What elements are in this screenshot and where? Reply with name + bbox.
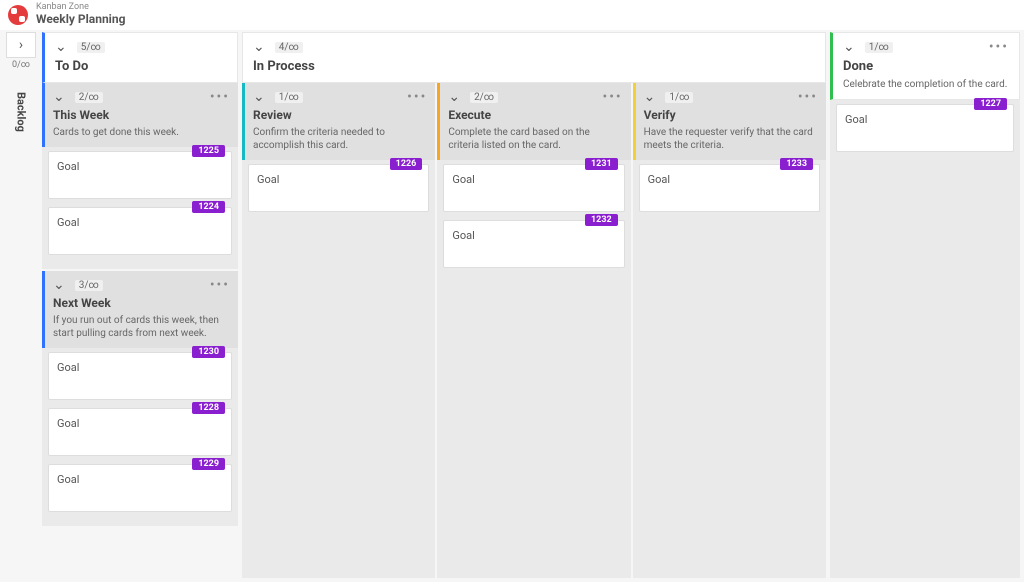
group-todo: ⌄ 5/∞ To Do ⌄ 2/∞ ••• This Week Cards to… <box>42 32 238 578</box>
backlog-count: 0/∞ <box>12 60 30 70</box>
card-title: Goal <box>57 216 79 229</box>
kanban-card[interactable]: Goal 1231 <box>443 164 624 212</box>
card-id-badge: 1224 <box>192 201 225 213</box>
chevron-down-icon[interactable]: ⌄ <box>55 39 67 55</box>
kanban-card[interactable]: Goal 1233 <box>639 164 820 212</box>
group-title-in-process: In Process <box>253 59 815 74</box>
subcol-title: Execute <box>448 108 622 122</box>
group-title-todo: To Do <box>55 59 227 74</box>
wip-limit-chip: 3/∞ <box>75 280 103 291</box>
group-in-process: ⌄ 4/∞ In Process ⌄ 1/∞ ••• Review Confir… <box>242 32 826 578</box>
subcol-header-next-week: ⌄ 3/∞ ••• Next Week If you run out of ca… <box>42 271 238 348</box>
card-id-badge: 1233 <box>780 158 813 170</box>
card-title: Goal <box>648 173 670 186</box>
wip-limit-chip: 4/∞ <box>275 42 303 53</box>
group-desc-done: Celebrate the completion of the card. <box>843 78 1009 91</box>
app-logo <box>8 5 28 25</box>
card-title: Goal <box>57 160 79 173</box>
kanban-card[interactable]: Goal 1228 <box>48 408 232 456</box>
brand-text: Kanban Zone Weekly Planning <box>36 3 125 26</box>
chevron-down-icon[interactable]: ⌄ <box>843 39 855 55</box>
subcol-desc: Cards to get done this week. <box>53 126 230 139</box>
app-header: Kanban Zone Weekly Planning <box>0 0 1024 30</box>
subcol-title: Next Week <box>53 296 230 310</box>
subcol-desc: Have the requester verify that the card … <box>644 126 818 152</box>
brand-title: Weekly Planning <box>36 13 125 26</box>
chevron-down-icon[interactable]: ⌄ <box>448 89 460 105</box>
group-body-todo: ⌄ 2/∞ ••• This Week Cards to get done th… <box>42 83 238 578</box>
subcol-desc: If you run out of cards this week, then … <box>53 314 230 340</box>
subcol-header-this-week: ⌄ 2/∞ ••• This Week Cards to get done th… <box>42 83 238 147</box>
chevron-down-icon[interactable]: ⌄ <box>253 39 265 55</box>
backlog-label: Backlog <box>15 92 28 132</box>
kanban-card[interactable]: Goal 1227 <box>836 104 1014 152</box>
card-id-badge: 1228 <box>192 402 225 414</box>
group-title-done: Done <box>843 59 1009 74</box>
group-body-in-process: ⌄ 1/∞ ••• Review Confirm the criteria ne… <box>242 83 826 578</box>
wip-limit-chip: 5/∞ <box>77 42 105 53</box>
card-title: Goal <box>452 229 474 242</box>
card-id-badge: 1229 <box>192 458 225 470</box>
subcol-title: This Week <box>53 108 230 122</box>
card-id-badge: 1227 <box>974 98 1007 110</box>
column-menu-icon[interactable]: ••• <box>210 89 230 105</box>
subcol-desc: Confirm the criteria needed to accomplis… <box>253 126 427 152</box>
card-id-badge: 1225 <box>192 145 225 157</box>
kanban-card[interactable]: Goal 1224 <box>48 207 232 255</box>
chevron-down-icon[interactable]: ⌄ <box>53 89 65 105</box>
card-id-badge: 1230 <box>192 346 225 358</box>
column-menu-icon[interactable]: ••• <box>602 89 622 105</box>
column-menu-icon[interactable]: ••• <box>407 89 427 105</box>
subcol-this-week: ⌄ 2/∞ ••• This Week Cards to get done th… <box>42 83 238 269</box>
subcol-title: Verify <box>644 108 818 122</box>
column-menu-icon[interactable]: ••• <box>210 277 230 293</box>
wip-limit-chip: 2/∞ <box>75 92 103 103</box>
chevron-down-icon[interactable]: ⌄ <box>253 89 265 105</box>
kanban-card[interactable]: Goal 1232 <box>443 220 624 268</box>
group-header-done: ⌄ 1/∞ ••• Done Celebrate the completion … <box>830 32 1020 100</box>
subcol-title: Review <box>253 108 427 122</box>
backlog-expand-button[interactable]: › <box>6 32 36 58</box>
subcol-header-verify: ⌄ 1/∞ ••• Verify Have the requester veri… <box>633 83 826 160</box>
subcol-desc: Complete the card based on the criteria … <box>448 126 622 152</box>
wip-limit-chip: 2/∞ <box>470 92 498 103</box>
kanban-card[interactable]: Goal 1225 <box>48 151 232 199</box>
subcol-review: ⌄ 1/∞ ••• Review Confirm the criteria ne… <box>242 83 435 578</box>
chevron-down-icon[interactable]: ⌄ <box>53 277 65 293</box>
subcol-next-week: ⌄ 3/∞ ••• Next Week If you run out of ca… <box>42 271 238 526</box>
column-menu-icon[interactable]: ••• <box>798 89 818 105</box>
group-body-done: Goal 1227 <box>830 100 1020 578</box>
card-title: Goal <box>257 173 279 186</box>
kanban-card[interactable]: Goal 1230 <box>48 352 232 400</box>
group-header-todo: ⌄ 5/∞ To Do <box>42 32 238 83</box>
wip-limit-chip: 1/∞ <box>865 42 893 53</box>
card-title: Goal <box>57 361 79 374</box>
backlog-rail: › 0/∞ Backlog <box>4 32 38 578</box>
card-id-badge: 1231 <box>585 158 618 170</box>
column-menu-icon[interactable]: ••• <box>989 39 1009 55</box>
group-done: ⌄ 1/∞ ••• Done Celebrate the completion … <box>830 32 1020 578</box>
group-header-in-process: ⌄ 4/∞ In Process <box>242 32 826 83</box>
subcol-execute: ⌄ 2/∞ ••• Execute Complete the card base… <box>437 83 630 578</box>
subcol-header-review: ⌄ 1/∞ ••• Review Confirm the criteria ne… <box>242 83 435 160</box>
card-title: Goal <box>57 417 79 430</box>
card-title: Goal <box>57 473 79 486</box>
card-title: Goal <box>452 173 474 186</box>
subcol-verify: ⌄ 1/∞ ••• Verify Have the requester veri… <box>633 83 826 578</box>
board: › 0/∞ Backlog ⌄ 5/∞ To Do ⌄ 2/∞ ••• Th <box>0 30 1024 582</box>
card-title: Goal <box>845 113 867 126</box>
subcol-header-execute: ⌄ 2/∞ ••• Execute Complete the card base… <box>437 83 630 160</box>
card-id-badge: 1232 <box>585 214 618 226</box>
chevron-down-icon[interactable]: ⌄ <box>644 89 656 105</box>
kanban-card[interactable]: Goal 1226 <box>248 164 429 212</box>
wip-limit-chip: 1/∞ <box>665 92 693 103</box>
wip-limit-chip: 1/∞ <box>275 92 303 103</box>
kanban-card[interactable]: Goal 1229 <box>48 464 232 512</box>
card-id-badge: 1226 <box>390 158 423 170</box>
